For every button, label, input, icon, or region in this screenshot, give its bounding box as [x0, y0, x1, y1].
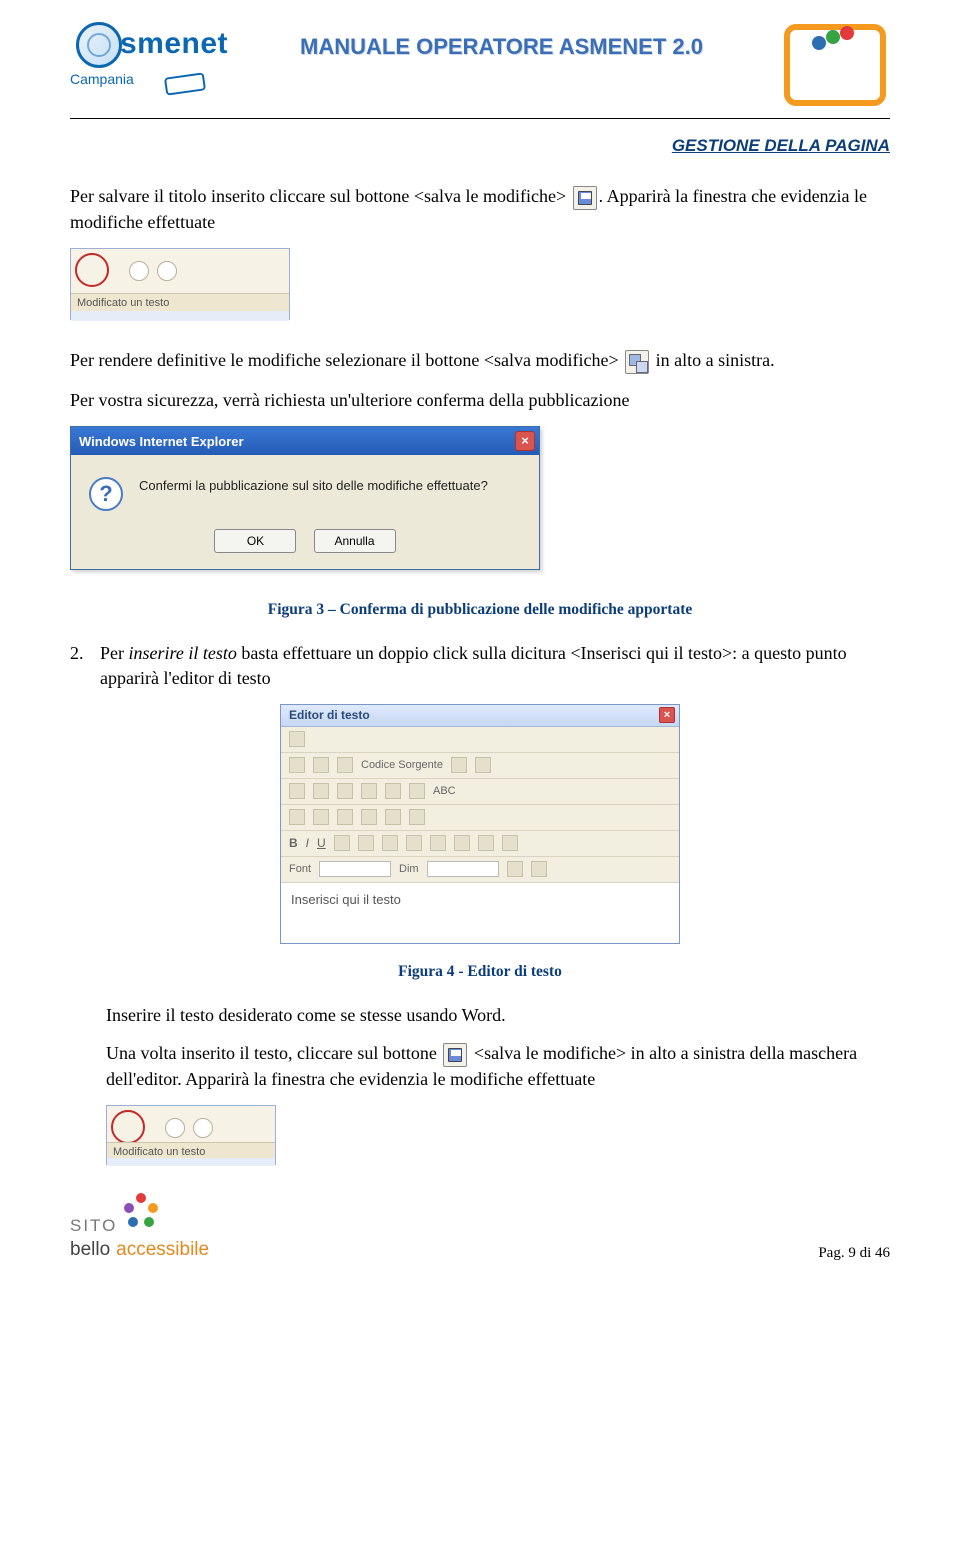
toolbar-status-text: Modificato un testo: [107, 1142, 275, 1158]
font-label: Font: [289, 862, 311, 877]
paragraph-insert-text: Inserire il testo desiderato come se ste…: [106, 1003, 890, 1027]
paragraph-make-definitive: Per rendere definitive le modifiche sele…: [70, 348, 890, 374]
ok-button[interactable]: OK: [214, 529, 296, 553]
align-icon[interactable]: [454, 835, 470, 851]
highlight-circle: [75, 253, 109, 287]
toolbar-icon[interactable]: [313, 809, 329, 825]
question-icon: [89, 477, 123, 511]
outdent-icon[interactable]: [406, 835, 422, 851]
page-footer: SITO belloaccessibile Pag. 9 di 46: [70, 1193, 890, 1263]
anchor-icon[interactable]: [385, 809, 401, 825]
close-icon[interactable]: ×: [515, 431, 535, 451]
logo-accessibile: [780, 20, 890, 110]
toolbar-icon[interactable]: [361, 783, 377, 799]
image-icon[interactable]: [289, 809, 305, 825]
text-editor-screenshot: Editor di testo × Codice Sorgente ABC: [280, 704, 680, 944]
toolbar-icon[interactable]: [409, 783, 425, 799]
footer-logo: SITO belloaccessibile: [70, 1193, 260, 1263]
list-item-2: 2. Per inserire il testo basta effettuar…: [70, 641, 890, 690]
paragraph-confirm-security: Per vostra sicurezza, verrà richiesta un…: [70, 388, 890, 412]
toolbar-icon[interactable]: [409, 809, 425, 825]
highlight-circle: [111, 1110, 145, 1144]
source-code-label[interactable]: Codice Sorgente: [361, 758, 443, 773]
save-icon: [443, 1043, 467, 1067]
size-select[interactable]: [427, 861, 499, 877]
paragraph-save-title: Per salvare il titolo inserito cliccare …: [70, 184, 890, 234]
toolbar-screenshot-2: Modificato un testo: [106, 1105, 276, 1165]
logo-text: smenet: [120, 24, 228, 65]
dialog-titlebar: Windows Internet Explorer ×: [71, 427, 539, 455]
list-icon[interactable]: [358, 835, 374, 851]
indent-icon[interactable]: [382, 835, 398, 851]
save-icon: [573, 186, 597, 210]
paragraph-save-editor: Una volta inserito il testo, cliccare su…: [106, 1041, 890, 1091]
bgcolor-icon[interactable]: [531, 861, 547, 877]
toolbar-icon[interactable]: [313, 757, 329, 773]
color-icon[interactable]: [507, 861, 523, 877]
figure-3-caption: Figura 3 – Conferma di pubblicazione del…: [70, 600, 890, 621]
editor-titlebar: Editor di testo ×: [281, 705, 679, 727]
dialog-title: Windows Internet Explorer: [79, 433, 244, 451]
table-icon[interactable]: [385, 783, 401, 799]
page-number: Pag. 9 di 46: [818, 1243, 890, 1263]
align-icon[interactable]: [502, 835, 518, 851]
logo-asmenet: smenet Campania: [70, 20, 240, 98]
dialog-message: Confermi la pubblicazione sul sito delle…: [139, 477, 521, 495]
confirm-dialog: Windows Internet Explorer × Confermi la …: [70, 426, 540, 570]
toolbar-icon[interactable]: [289, 783, 305, 799]
figure-4-caption: Figura 4 - Editor di testo: [70, 962, 890, 983]
list-icon[interactable]: [334, 835, 350, 851]
toolbar-icon[interactable]: [289, 757, 305, 773]
manual-title: MANUALE OPERATORE ASMENET 2.0: [240, 20, 780, 62]
size-label: Dim: [399, 862, 419, 877]
cancel-button[interactable]: Annulla: [314, 529, 396, 553]
editor-textarea[interactable]: Inserisci qui il testo: [281, 883, 679, 943]
page-header: smenet Campania MANUALE OPERATORE ASMENE…: [70, 20, 890, 110]
publish-icon: [625, 350, 649, 374]
link-icon[interactable]: [361, 809, 377, 825]
toolbar-icon[interactable]: [451, 757, 467, 773]
toolbar-icon[interactable]: [313, 783, 329, 799]
section-link: GESTIONE DELLA PAGINA: [70, 133, 890, 158]
toolbar-status-text: Modificato un testo: [71, 293, 289, 311]
toolbar-icon[interactable]: [475, 757, 491, 773]
find-icon[interactable]: [337, 783, 353, 799]
close-icon[interactable]: ×: [659, 707, 675, 723]
toolbar-icon[interactable]: [337, 809, 353, 825]
toolbar-icon[interactable]: [337, 757, 353, 773]
align-icon[interactable]: [478, 835, 494, 851]
save-icon[interactable]: [289, 731, 305, 747]
toolbar-screenshot-1: Modificato un testo: [70, 248, 290, 320]
header-separator: [70, 118, 890, 119]
font-select[interactable]: [319, 861, 391, 877]
logo-subtext: Campania: [70, 70, 134, 89]
align-icon[interactable]: [430, 835, 446, 851]
